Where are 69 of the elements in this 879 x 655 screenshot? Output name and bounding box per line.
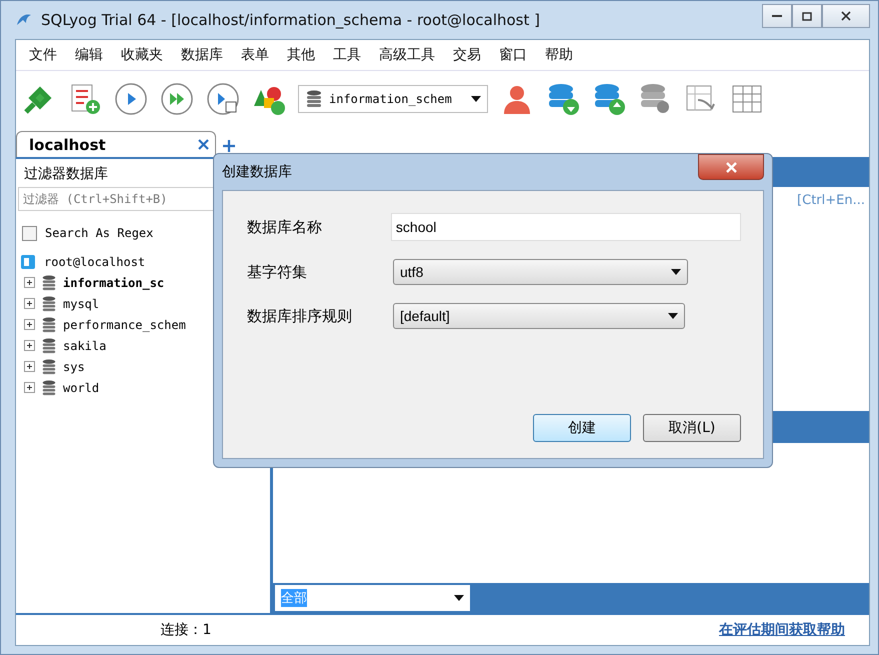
tree-item[interactable]: mysql xyxy=(63,296,100,310)
caret-icon xyxy=(671,269,681,275)
database-upload-icon[interactable] xyxy=(592,82,626,116)
database-icon xyxy=(41,296,57,312)
plus-icon[interactable] xyxy=(222,139,236,153)
connection-tab[interactable]: localhost xyxy=(16,131,216,157)
menu-item[interactable]: 交易 xyxy=(444,44,490,66)
menu-item[interactable]: 文件 xyxy=(20,44,66,66)
dropdown[interactable]: utf8 xyxy=(393,259,688,285)
regex-checkbox[interactable] xyxy=(22,226,37,240)
minimize-button[interactable] xyxy=(762,4,792,28)
expand-icon[interactable] xyxy=(24,319,35,330)
dialog-button[interactable]: 取消(L) xyxy=(643,414,741,442)
menu-item[interactable]: 其他 xyxy=(278,44,324,66)
expand-icon[interactable] xyxy=(24,277,35,288)
tree-item[interactable]: sys xyxy=(63,360,85,374)
tree-item[interactable]: root@localhost xyxy=(44,254,146,268)
dropdown[interactable]: [default] xyxy=(393,303,685,329)
expand-icon[interactable] xyxy=(24,361,35,372)
database-icon xyxy=(41,380,57,396)
close-button[interactable] xyxy=(822,4,870,28)
dialog-button[interactable]: 创建 xyxy=(533,414,631,442)
expand-icon[interactable] xyxy=(24,340,35,351)
minimize-icon xyxy=(772,15,782,17)
panel-title: 过滤器数据库 xyxy=(23,165,109,184)
tree-item[interactable]: information_sc xyxy=(63,276,164,290)
database-download-icon[interactable] xyxy=(546,82,580,116)
play-table-icon[interactable] xyxy=(206,82,240,116)
fast-forward-icon[interactable] xyxy=(160,82,194,116)
caret-icon xyxy=(471,96,481,102)
play-icon[interactable] xyxy=(114,82,148,116)
menu-item[interactable]: 窗口 xyxy=(490,44,536,66)
field-label: 基字符集 xyxy=(247,262,308,282)
server-icon xyxy=(20,254,36,270)
tree-item[interactable]: sakila xyxy=(63,338,106,352)
tree-item[interactable]: world xyxy=(63,380,100,394)
close-icon[interactable] xyxy=(198,139,209,150)
database-icon xyxy=(41,338,57,354)
menu-item[interactable]: 收藏夹 xyxy=(112,44,172,66)
window-title: SQLyog Trial 64 - [localhost/information_schema - root@localhost ] xyxy=(41,11,541,29)
checkbox-label: Search As Regex xyxy=(45,226,154,240)
field-label: 数据库排序规则 xyxy=(247,306,353,326)
database-select[interactable]: information_schem xyxy=(298,85,488,113)
expand-icon[interactable] xyxy=(24,298,35,309)
field-label: 数据库名称 xyxy=(247,218,323,236)
maximize-icon xyxy=(802,12,812,20)
maximize-button[interactable] xyxy=(792,4,822,28)
database-icon xyxy=(305,90,323,108)
close-icon xyxy=(726,162,736,172)
menu-item[interactable]: 编辑 xyxy=(66,44,112,66)
menu-item[interactable]: 工具 xyxy=(324,44,370,66)
help-link[interactable]: 在评估期间获取帮助 xyxy=(719,621,845,639)
shortcut-hint: [Ctrl+En... xyxy=(796,192,866,210)
menu-item[interactable]: 高级工具 xyxy=(370,44,444,66)
database-icon xyxy=(41,316,57,332)
caret-icon xyxy=(454,595,464,601)
tree-item[interactable]: performance_schem xyxy=(63,318,186,332)
close-button[interactable] xyxy=(698,154,764,180)
menu-item[interactable]: 表单 xyxy=(232,44,278,66)
database-icon xyxy=(41,274,57,290)
menu-item[interactable]: 帮助 xyxy=(536,44,582,66)
connection-count: 连接：1 xyxy=(160,621,212,639)
expand-icon[interactable] xyxy=(24,382,35,393)
name-field[interactable]: school xyxy=(390,213,741,241)
caret-icon xyxy=(668,313,678,319)
close-icon xyxy=(841,11,851,21)
menu-item[interactable]: 数据库 xyxy=(172,44,232,66)
database-icon xyxy=(41,358,57,374)
dialog-title: 创建数据库 xyxy=(222,163,293,181)
